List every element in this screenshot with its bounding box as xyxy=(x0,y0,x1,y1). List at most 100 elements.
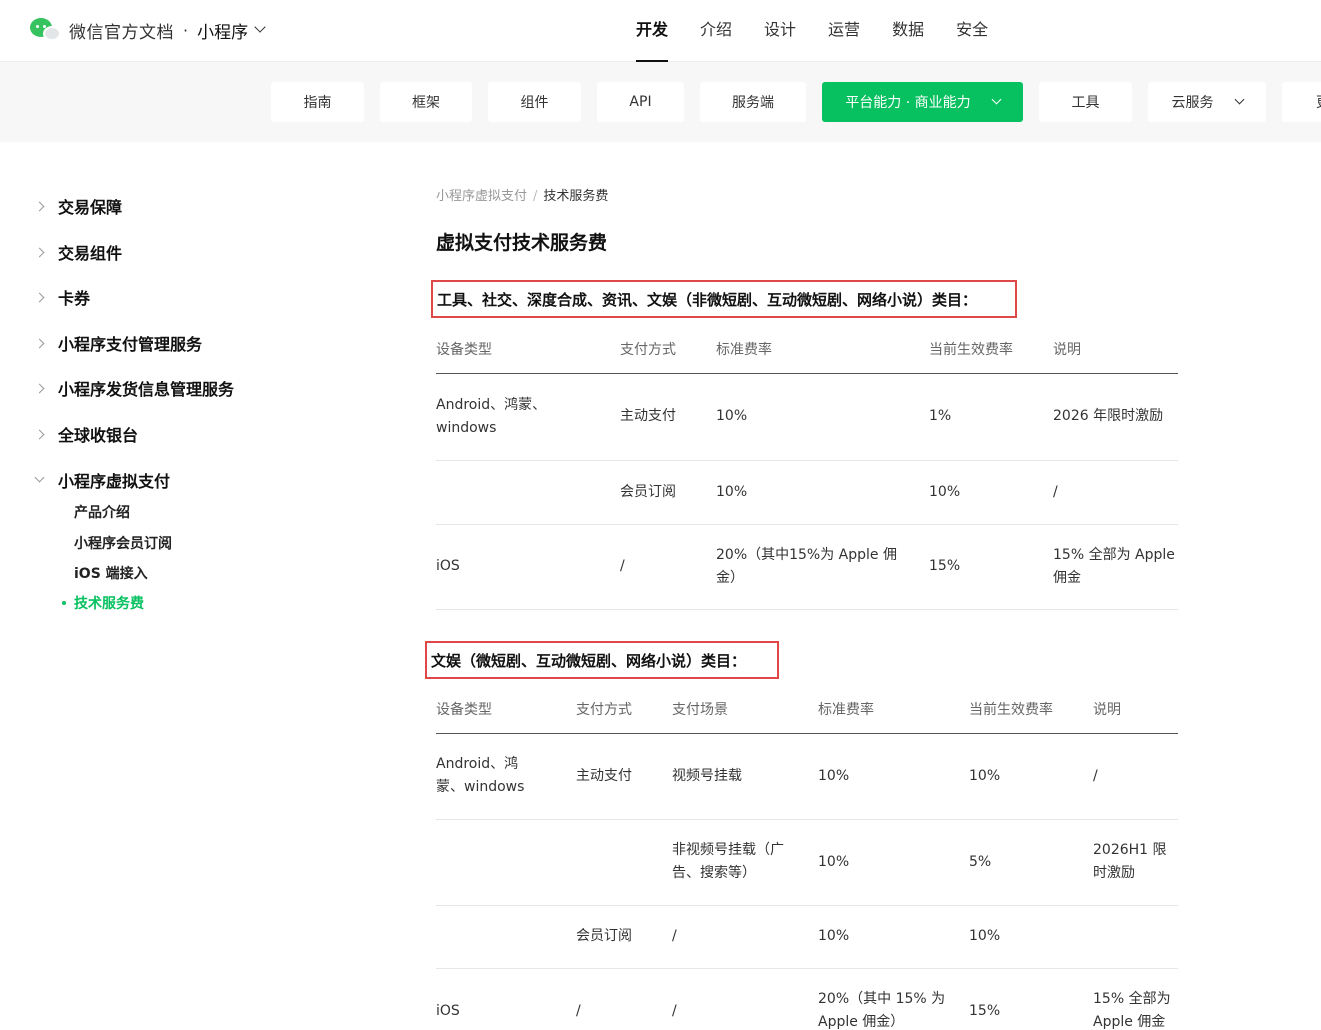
table-row: 会员订阅 / 10% 10% xyxy=(436,905,1178,969)
tab-label: 指南 xyxy=(303,95,332,111)
column-header: 支付场景 xyxy=(672,685,818,734)
page-title: 虚拟支付技术服务费 xyxy=(436,232,608,254)
table-cell xyxy=(436,460,620,525)
tab-platform-capability[interactable]: 平台能力 · 商业能力 xyxy=(822,82,1023,122)
tab-tools[interactable]: 工具 xyxy=(1039,82,1132,122)
column-header: 标准费率 xyxy=(818,685,969,734)
sidebar-item-label: 小程序虚拟支付 xyxy=(58,472,171,491)
wechat-logo-icon xyxy=(30,16,62,44)
nav-design[interactable]: 设计 xyxy=(748,0,812,62)
brand[interactable]: 微信官方文档 · 小程序 xyxy=(30,16,266,44)
fee-table-entertainment: 设备类型 支付方式 支付场景 标准费率 当前生效费率 说明 Android、鸿蒙… xyxy=(436,685,1178,1030)
chevron-down-icon xyxy=(34,472,45,482)
table-cell: 会员订阅 xyxy=(576,905,672,969)
sidebar-subitem-membership[interactable]: 小程序会员订阅 xyxy=(74,533,172,553)
nav-develop[interactable]: 开发 xyxy=(620,0,684,62)
product-switcher[interactable]: 小程序 xyxy=(197,18,248,43)
sidebar-item-trade-components[interactable]: 交易组件 xyxy=(34,240,122,264)
sidebar-item-label: 交易保障 xyxy=(58,198,123,217)
tab-label: 更 xyxy=(1316,92,1321,112)
table-cell xyxy=(436,905,576,969)
breadcrumb-current: 技术服务费 xyxy=(543,189,609,204)
nav-data[interactable]: 数据 xyxy=(876,0,940,62)
table-cell: iOS xyxy=(436,524,620,610)
table-cell: / xyxy=(672,968,818,1030)
tab-label: API xyxy=(629,94,652,110)
tab-server[interactable]: 服务端 xyxy=(700,82,806,122)
table-row: 会员订阅 10% 10% / xyxy=(436,460,1178,525)
table-cell: 会员订阅 xyxy=(620,460,716,525)
table-cell: Android、鸿蒙、windows xyxy=(436,373,620,461)
tab-guide[interactable]: 指南 xyxy=(271,82,364,122)
tab-label: 服务端 xyxy=(732,95,774,111)
table-cell: 20%（其中 15% 为 Apple 佣金） xyxy=(818,968,969,1030)
tab-cloud[interactable]: 云服务 xyxy=(1148,82,1266,122)
table-cell: 10% xyxy=(716,373,929,461)
table-header-row: 设备类型 支付方式 支付场景 标准费率 当前生效费率 说明 xyxy=(436,685,1178,734)
tab-framework[interactable]: 框架 xyxy=(380,82,472,122)
column-header: 说明 xyxy=(1053,325,1178,374)
table-cell: 15% 全部为 Apple 佣金 xyxy=(1053,524,1178,610)
tab-label: 平台能力 · 商业能力 xyxy=(845,95,971,111)
sidebar-item-payment-management[interactable]: 小程序支付管理服务 xyxy=(34,331,203,355)
table-cell: 10% xyxy=(818,733,969,820)
sidebar-item-coupons[interactable]: 卡券 xyxy=(34,285,91,309)
tab-label: 工具 xyxy=(1071,95,1100,111)
table-cell: 10% xyxy=(818,905,969,969)
sidebar-subitem-service-fee[interactable]: 技术服务费 xyxy=(62,593,144,613)
table-row: iOS / / 20%（其中 15% 为 Apple 佣金） 15% 15% 全… xyxy=(436,968,1178,1030)
sidebar-item-global-checkout[interactable]: 全球收银台 xyxy=(34,422,138,446)
sidebar-subitem-product-intro[interactable]: 产品介绍 xyxy=(74,502,130,522)
table-cell: iOS xyxy=(436,968,576,1030)
nav-operate[interactable]: 运营 xyxy=(812,0,876,62)
table-cell: 15% 全部为 Apple 佣金 xyxy=(1093,968,1178,1030)
table-cell: / xyxy=(1053,460,1178,525)
table-cell xyxy=(1093,905,1178,969)
nav-intro[interactable]: 介绍 xyxy=(684,0,748,62)
table-cell: 20%（其中15%为 Apple 佣金） xyxy=(716,524,929,610)
table-cell: 10% xyxy=(818,819,969,906)
top-header: 微信官方文档 · 小程序 开发 介绍 设计 运营 数据 安全 xyxy=(0,0,1321,62)
table-cell: 2026 年限时激励 xyxy=(1053,373,1178,461)
nav-security[interactable]: 安全 xyxy=(940,0,1004,62)
tab-api[interactable]: API xyxy=(597,82,684,122)
table-cell: 10% xyxy=(929,460,1053,525)
chevron-down-icon[interactable] xyxy=(254,21,266,33)
table-cell: 15% xyxy=(969,968,1093,1030)
tab-components[interactable]: 组件 xyxy=(488,82,581,122)
sidebar-item-shipping-info[interactable]: 小程序发货信息管理服务 xyxy=(34,376,235,400)
table-cell: Android、鸿蒙、windows xyxy=(436,733,576,820)
section-title-entertainment: 文娱（微短剧、互动微短剧、网络小说）类目： xyxy=(425,641,779,679)
sidebar-item-label: 卡券 xyxy=(58,289,91,308)
table-cell: 2026H1 限时激励 xyxy=(1093,819,1178,906)
brand-title: 微信官方文档 xyxy=(69,22,174,43)
section-title-general: 工具、社交、深度合成、资讯、文娱（非微短剧、互动微短剧、网络小说）类目： xyxy=(431,280,1017,318)
table-cell: 10% xyxy=(969,905,1093,969)
sidebar-subitem-ios-access[interactable]: iOS 端接入 xyxy=(74,563,148,583)
sidebar-item-trade-guarantee[interactable]: 交易保障 xyxy=(34,194,123,218)
tab-more[interactable]: 更 xyxy=(1282,82,1321,122)
table-cell: 15% xyxy=(929,524,1053,610)
chevron-down-icon xyxy=(1234,94,1244,104)
table-cell: / xyxy=(576,968,672,1030)
chevron-right-icon xyxy=(34,429,45,439)
main-nav: 开发 介绍 设计 运营 数据 安全 xyxy=(620,0,1004,62)
sidebar-item-virtual-payment[interactable]: 小程序虚拟支付 xyxy=(34,468,171,492)
table-cell: / xyxy=(620,524,716,610)
column-header: 支付方式 xyxy=(576,685,672,734)
chevron-right-icon xyxy=(34,247,45,257)
sidebar-item-label: 小程序发货信息管理服务 xyxy=(58,380,235,399)
sidebar: 交易保障 交易组件 卡券 小程序支付管理服务 小程序发货信息管理服务 全球收银台… xyxy=(0,142,340,1030)
column-header: 设备类型 xyxy=(436,685,576,734)
tab-label: 云服务 xyxy=(1171,95,1214,111)
table-cell: 5% xyxy=(969,819,1093,906)
tab-label: 框架 xyxy=(412,95,440,111)
table-header-row: 设备类型 支付方式 标准费率 当前生效费率 说明 xyxy=(436,325,1178,374)
sidebar-item-label: 小程序支付管理服务 xyxy=(58,335,203,354)
chevron-right-icon xyxy=(34,383,45,393)
breadcrumb: 小程序虚拟支付 / 技术服务费 xyxy=(436,185,608,204)
main-content: 小程序虚拟支付 / 技术服务费 虚拟支付技术服务费 工具、社交、深度合成、资讯、文娱… xyxy=(340,142,1321,1030)
table-row: Android、鸿蒙、windows 主动支付 10% 1% 2026 年限时激… xyxy=(436,373,1178,461)
brand-separator: · xyxy=(183,20,189,40)
breadcrumb-parent[interactable]: 小程序虚拟支付 xyxy=(436,189,527,204)
